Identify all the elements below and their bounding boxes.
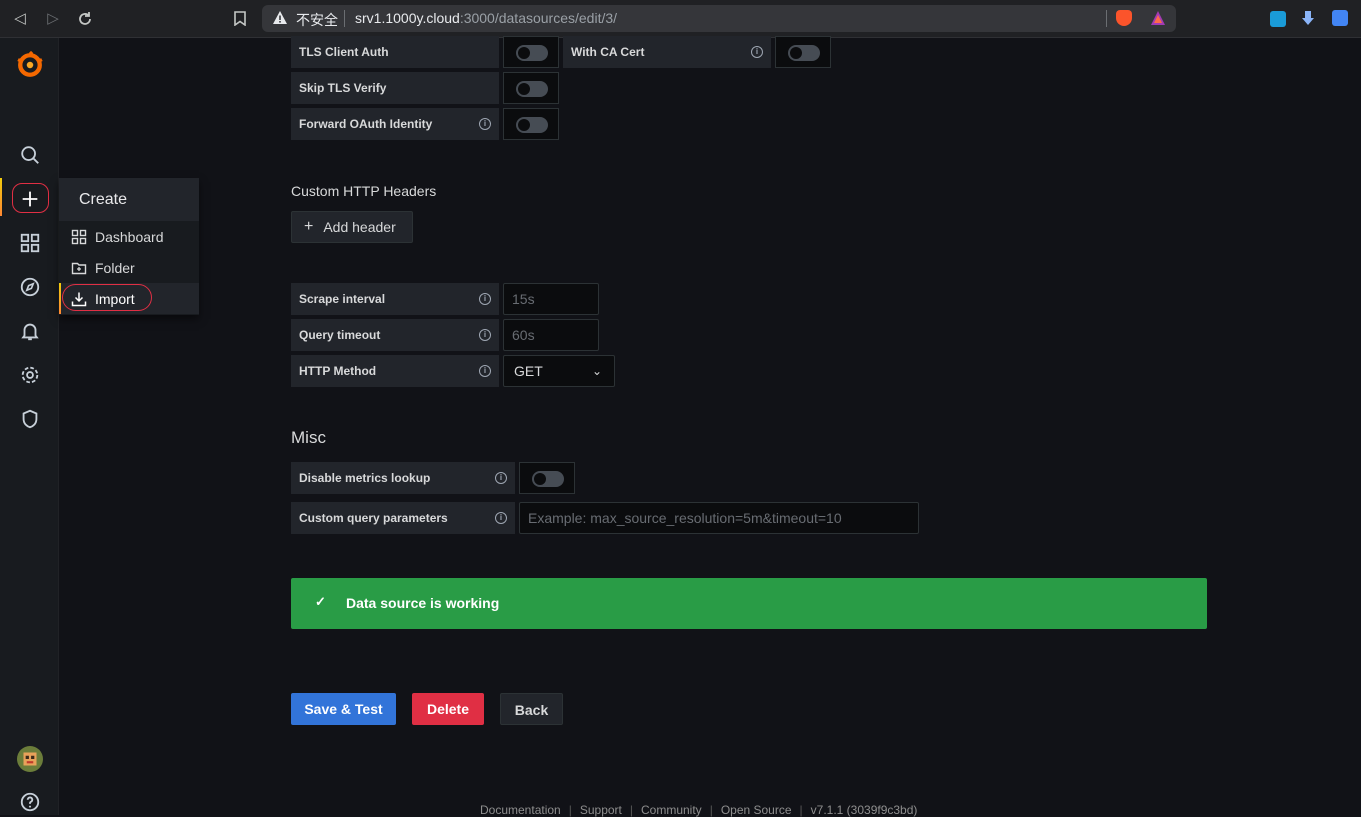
address-divider bbox=[344, 10, 345, 27]
url-path: :3000/datasources/edit/3/ bbox=[459, 10, 618, 26]
http-method-text: HTTP Method bbox=[299, 364, 377, 378]
menu-item-dashboard[interactable]: Dashboard bbox=[59, 221, 199, 252]
add-header-button[interactable]: + Add header bbox=[291, 211, 413, 243]
forward-oauth-text: Forward OAuth Identity bbox=[299, 117, 433, 131]
http-method-select[interactable]: GET ⌄ bbox=[503, 355, 615, 387]
plus-icon: + bbox=[304, 218, 314, 235]
info-icon[interactable]: i bbox=[479, 293, 491, 305]
folder-plus-icon bbox=[71, 262, 87, 274]
success-alert: ✓ Data source is working bbox=[291, 578, 1207, 629]
browser-toolbar: ◁ ▷ 不安全 srv1.1000y.cloud:3000/datasource… bbox=[0, 0, 1361, 38]
http-method-label: HTTP Method i bbox=[291, 355, 499, 387]
with-ca-cert-toggle[interactable] bbox=[775, 36, 831, 68]
scrape-interval-text: Scrape interval bbox=[299, 292, 386, 306]
back-button[interactable]: Back bbox=[500, 693, 563, 725]
warning-icon bbox=[273, 11, 287, 24]
add-header-label: Add header bbox=[323, 219, 396, 235]
custom-query-text: Custom query parameters bbox=[299, 511, 448, 525]
info-icon[interactable]: i bbox=[479, 365, 491, 377]
disable-metrics-toggle[interactable] bbox=[519, 462, 575, 494]
tls-client-auth-toggle[interactable] bbox=[503, 36, 559, 68]
disable-metrics-label: Disable metrics lookup i bbox=[291, 462, 515, 494]
save-test-button[interactable]: Save & Test bbox=[291, 693, 396, 725]
menu-item-folder[interactable]: Folder bbox=[59, 252, 199, 283]
brave-shield-icon[interactable] bbox=[1116, 10, 1132, 26]
chevron-down-icon: ⌄ bbox=[591, 364, 602, 378]
url-text: srv1.1000y.cloud:3000/datasources/edit/3… bbox=[355, 10, 617, 26]
menu-item-label: Folder bbox=[95, 259, 135, 276]
back-icon[interactable]: ◁ bbox=[10, 9, 30, 29]
skip-tls-verify-toggle[interactable] bbox=[503, 72, 559, 104]
misc-title: Misc bbox=[291, 428, 326, 447]
query-timeout-input[interactable]: 60s bbox=[503, 319, 599, 351]
bookmark-icon[interactable] bbox=[230, 9, 250, 29]
insecure-label: 不安全 bbox=[296, 12, 338, 28]
create-menu-header[interactable]: Create bbox=[59, 178, 199, 221]
translate-extension-icon[interactable] bbox=[1270, 11, 1286, 27]
brave-rewards-icon[interactable] bbox=[1150, 10, 1166, 26]
sidebar bbox=[0, 38, 59, 815]
address-bar[interactable]: 不安全 srv1.1000y.cloud:3000/datasources/ed… bbox=[262, 5, 1176, 32]
grafana-logo-icon[interactable] bbox=[17, 50, 43, 78]
active-indicator bbox=[0, 178, 2, 216]
info-icon[interactable]: i bbox=[495, 472, 507, 484]
with-ca-cert-text: With CA Cert bbox=[571, 45, 645, 59]
reload-icon[interactable] bbox=[75, 9, 95, 29]
forward-icon[interactable]: ▷ bbox=[43, 9, 63, 29]
query-timeout-text: Query timeout bbox=[299, 328, 381, 342]
forward-oauth-toggle[interactable] bbox=[503, 108, 559, 140]
custom-headers-title: Custom HTTP Headers bbox=[291, 183, 437, 199]
scrape-interval-input[interactable]: 15s bbox=[503, 283, 599, 315]
tls-client-auth-label: TLS Client Auth bbox=[291, 36, 499, 68]
address-divider-2 bbox=[1106, 10, 1107, 27]
apps-icon[interactable] bbox=[17, 230, 43, 256]
alert-message: Data source is working bbox=[346, 595, 500, 611]
delete-button[interactable]: Delete bbox=[412, 693, 484, 725]
http-method-value: GET bbox=[514, 363, 543, 379]
with-ca-cert-label: With CA Cert i bbox=[563, 36, 771, 68]
search-icon[interactable] bbox=[17, 142, 43, 168]
avatar[interactable] bbox=[17, 746, 43, 772]
annotation-circle-import bbox=[62, 284, 152, 311]
help-icon[interactable] bbox=[17, 789, 43, 815]
annotation-circle-create bbox=[12, 183, 49, 213]
url-host: srv1.1000y.cloud bbox=[355, 10, 460, 26]
bell-icon[interactable] bbox=[17, 318, 43, 344]
download-icon[interactable] bbox=[1300, 10, 1316, 26]
disable-metrics-text: Disable metrics lookup bbox=[299, 471, 431, 485]
custom-query-input[interactable]: Example: max_source_resolution=5m&timeou… bbox=[519, 502, 919, 534]
google-translate-icon[interactable] bbox=[1332, 10, 1348, 26]
info-icon[interactable]: i bbox=[495, 512, 507, 524]
info-icon[interactable]: i bbox=[479, 329, 491, 341]
skip-tls-verify-label: Skip TLS Verify bbox=[291, 72, 499, 104]
shield-icon[interactable] bbox=[17, 406, 43, 432]
compass-icon[interactable] bbox=[17, 274, 43, 300]
info-icon[interactable]: i bbox=[479, 118, 491, 130]
scrape-interval-label: Scrape interval i bbox=[291, 283, 499, 315]
check-icon: ✓ bbox=[315, 594, 326, 609]
cog-icon[interactable] bbox=[17, 362, 43, 388]
info-icon[interactable]: i bbox=[751, 46, 763, 58]
menu-item-label: Dashboard bbox=[95, 228, 164, 245]
custom-query-label: Custom query parameters i bbox=[291, 502, 515, 534]
apps-icon bbox=[71, 229, 87, 244]
forward-oauth-label: Forward OAuth Identity i bbox=[291, 108, 499, 140]
query-timeout-label: Query timeout i bbox=[291, 319, 499, 351]
